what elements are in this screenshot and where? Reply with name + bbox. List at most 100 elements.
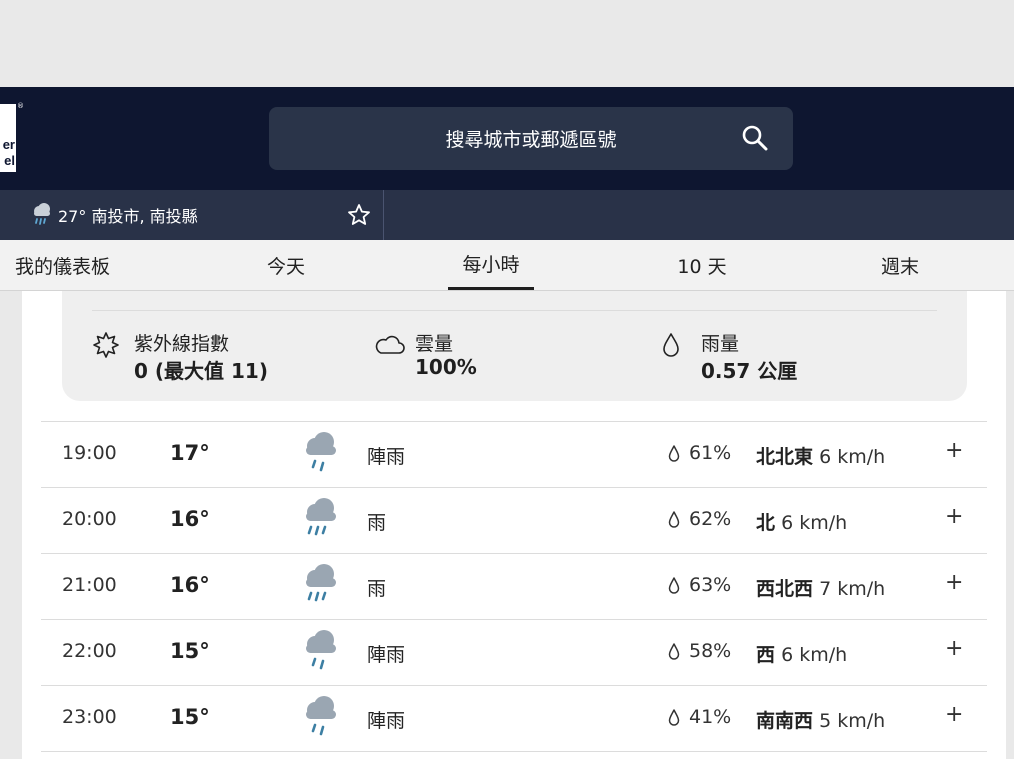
search-icon[interactable] (741, 124, 769, 152)
tab-dashboard[interactable]: 我的儀表板 (0, 240, 125, 290)
rain-value: 0.57 公厘 (701, 359, 798, 383)
shower-icon (306, 630, 336, 670)
wind-direction: 北北東 (756, 446, 814, 468)
location-label[interactable]: 27° 南投市, 南投縣 (58, 203, 198, 227)
hourly-row[interactable]: 22:00 15° 陣雨 58% 西 6 km/h + (41, 619, 987, 685)
hour-temp: 15° (170, 639, 210, 663)
hour-temp: 16° (170, 573, 210, 597)
expand-icon[interactable]: + (945, 438, 963, 463)
hour-wind: 西北西 7 km/h (756, 574, 885, 601)
nav-tabs: 我的儀表板 今天 每小時 10 天 週末 (0, 240, 1014, 291)
cloud-icon (375, 335, 405, 354)
hourly-row[interactable]: 20:00 16° 雨 62% 北 6 km/h + (41, 487, 987, 553)
hourly-row[interactable]: 23:00 15° 陣雨 41% 南南西 5 km/h + (41, 685, 987, 752)
wind-direction: 南南西 (756, 710, 814, 732)
raindrop (311, 459, 317, 469)
raindrop (321, 525, 327, 535)
wind-speed: 7 km/h (819, 578, 886, 600)
rain-label: 雨量 (701, 333, 740, 355)
hour-summary-panel: 紫外線指數 0 (最大值 11) 雲量 100% 雨量 0.57 公厘 (62, 291, 967, 401)
shower-icon (306, 432, 336, 472)
raindrop (319, 725, 325, 736)
search-box[interactable]: 搜尋城市或郵遞區號 (269, 107, 793, 170)
tab-hourly[interactable]: 每小時 (448, 240, 534, 290)
hour-wind: 北 6 km/h (756, 508, 847, 535)
raindrop (311, 723, 317, 733)
hourly-row[interactable]: 19:00 17° 陣雨 61% 北北東 6 km/h + (41, 421, 987, 487)
hour-time: 19:00 (62, 442, 117, 464)
precip-drop-icon (668, 445, 680, 462)
raindrop (314, 525, 320, 536)
expand-icon[interactable]: + (945, 504, 963, 529)
raindrop (314, 591, 320, 602)
location-bar: 27° 南投市, 南投縣 (0, 190, 1014, 240)
rain-icon (306, 564, 336, 602)
wind-speed: 5 km/h (819, 710, 886, 732)
wind-direction: 西 (756, 644, 776, 666)
wind-direction: 西北西 (756, 578, 814, 600)
expand-icon[interactable]: + (945, 570, 963, 595)
expand-icon[interactable]: + (945, 636, 963, 661)
location-name: 南投市, 南投縣 (91, 207, 198, 226)
top-gap (0, 0, 1014, 87)
raindrop (307, 525, 313, 535)
raindrop (307, 591, 313, 601)
hour-precip: 63% (689, 574, 732, 596)
hour-time: 23:00 (62, 706, 117, 728)
hour-precip: 41% (689, 706, 732, 728)
shower-icon (306, 696, 336, 736)
cloud-label: 雲量 (415, 333, 454, 355)
raindrop-icon (663, 333, 679, 357)
hour-precip: 61% (689, 442, 732, 464)
raindrop (321, 591, 327, 601)
site-header: er el ® 搜尋城市或郵遞區號 (0, 87, 1014, 190)
expand-icon[interactable]: + (945, 702, 963, 727)
main-content: 紫外線指數 0 (最大值 11) 雲量 100% 雨量 0.57 公厘 19:0… (22, 291, 1006, 759)
hour-condition: 雨 (367, 512, 387, 534)
hour-condition: 陣雨 (367, 446, 406, 468)
hour-wind: 南南西 5 km/h (756, 706, 885, 733)
registered-mark-icon: ® (17, 102, 24, 110)
logo[interactable]: er el (0, 104, 16, 172)
logo-line2: el (4, 153, 15, 168)
precip-drop-icon (668, 643, 680, 660)
hour-temp: 16° (170, 507, 210, 531)
hour-condition: 陣雨 (367, 644, 406, 666)
hour-time: 22:00 (62, 640, 117, 662)
hourly-list: 19:00 17° 陣雨 61% 北北東 6 km/h + 20:00 16° … (41, 421, 987, 752)
precip-drop-icon (668, 511, 680, 528)
hour-condition: 陣雨 (367, 710, 406, 732)
raindrop (319, 659, 325, 670)
uv-value: 0 (最大值 11) (134, 359, 268, 383)
uv-icon (93, 332, 119, 358)
divider (92, 310, 937, 311)
hour-precip: 62% (689, 508, 732, 530)
hour-temp: 17° (170, 441, 210, 465)
wind-direction: 北 (756, 512, 776, 534)
wind-speed: 6 km/h (819, 446, 886, 468)
hour-time: 20:00 (62, 508, 117, 530)
saved-location[interactable]: 27° 南投市, 南投縣 (0, 190, 384, 240)
tab-10-day[interactable]: 10 天 (652, 240, 752, 290)
hour-condition: 雨 (367, 578, 387, 600)
raindrop (311, 657, 317, 667)
uv-label: 紫外線指數 (134, 333, 230, 355)
wind-speed: 6 km/h (781, 644, 848, 666)
hour-precip: 58% (689, 640, 732, 662)
rain-icon (306, 498, 336, 536)
location-temp: 27° (58, 207, 87, 226)
search-placeholder[interactable]: 搜尋城市或郵遞區號 (445, 125, 616, 152)
hourly-row[interactable]: 21:00 16° 雨 63% 西北西 7 km/h + (41, 553, 987, 619)
raindrop (319, 461, 325, 472)
hour-wind: 北北東 6 km/h (756, 442, 885, 469)
precip-drop-icon (668, 709, 680, 726)
tab-today[interactable]: 今天 (236, 240, 336, 290)
cloud-value: 100% (415, 355, 477, 379)
star-icon[interactable] (347, 203, 371, 227)
rain-icon (34, 203, 50, 225)
tab-weekend[interactable]: 週末 (850, 240, 950, 290)
logo-line1: er (2, 137, 15, 152)
hour-wind: 西 6 km/h (756, 640, 847, 667)
hour-temp: 15° (170, 705, 210, 729)
wind-speed: 6 km/h (781, 512, 848, 534)
